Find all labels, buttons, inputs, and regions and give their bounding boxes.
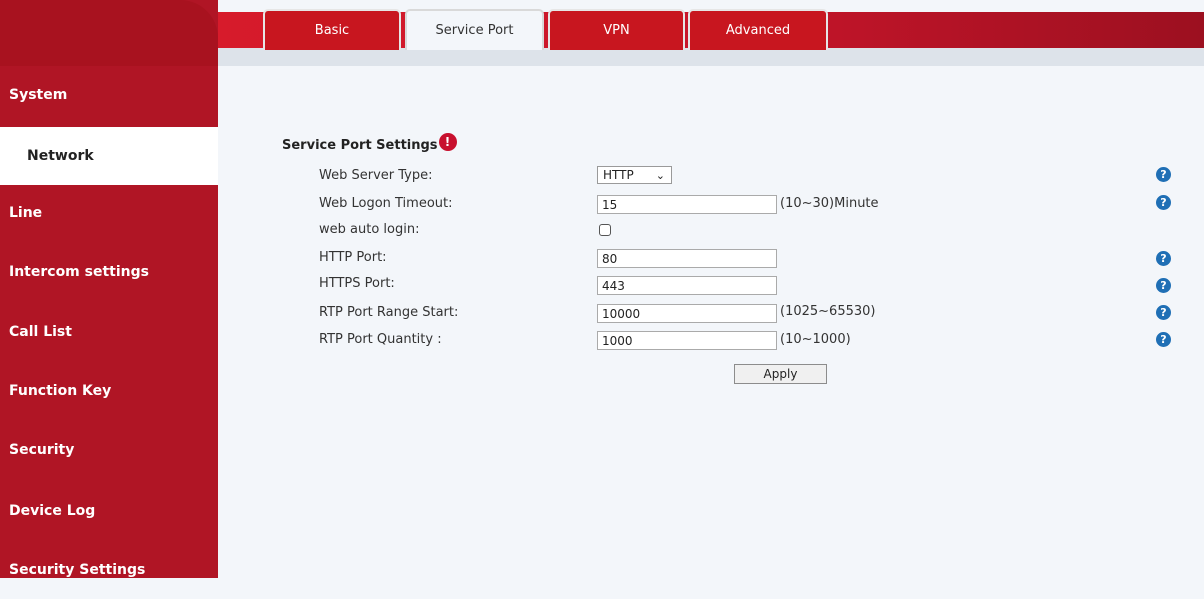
sidebar-item-device-log[interactable]: Device Log: [0, 482, 218, 540]
tab-label: Basic: [314, 23, 350, 38]
help-icon[interactable]: ?: [1156, 332, 1171, 347]
web-logon-timeout-label: Web Logon Timeout:: [319, 196, 453, 211]
tab-vpn[interactable]: VPN: [548, 9, 685, 50]
sidebar-item-label: Security: [9, 442, 75, 458]
sidebar-item-label: System: [9, 87, 68, 103]
section-title-text: Service Port Settings: [282, 137, 438, 153]
sidebar-header: [0, 0, 218, 66]
sidebar-item-security[interactable]: Security: [0, 421, 218, 479]
sidebar-item-line[interactable]: Line: [0, 184, 218, 242]
tab-basic[interactable]: Basic: [263, 9, 401, 50]
help-icon[interactable]: ?: [1156, 167, 1171, 182]
rtp-port-quantity-label: RTP Port Quantity :: [319, 332, 442, 347]
web-server-type-value: HTTP: [603, 168, 634, 182]
tab-label: VPN: [603, 23, 630, 38]
section-title: Service Port Settings !: [282, 133, 457, 154]
sidebar: System Network Line Intercom settings Ca…: [0, 0, 218, 578]
sidebar-item-intercom-settings[interactable]: Intercom settings: [0, 243, 218, 301]
web-logon-timeout-hint: (10~30)Minute: [780, 196, 879, 211]
rtp-port-quantity-input[interactable]: [597, 331, 777, 350]
sidebar-item-label: Line: [9, 205, 43, 221]
warning-icon: !: [438, 133, 457, 151]
tab-service-port[interactable]: Service Port: [405, 9, 544, 50]
https-port-input[interactable]: [597, 276, 777, 295]
http-port-label: HTTP Port:: [319, 250, 387, 265]
web-logon-timeout-input[interactable]: [597, 195, 777, 214]
http-port-input[interactable]: [597, 249, 777, 268]
help-icon[interactable]: ?: [1156, 251, 1171, 266]
top-bar-divider: [218, 48, 1204, 66]
tab-advanced[interactable]: Advanced: [688, 9, 828, 50]
sidebar-item-call-list[interactable]: Call List: [0, 303, 218, 361]
tab-label: Advanced: [725, 23, 791, 38]
sidebar-item-function-key[interactable]: Function Key: [0, 362, 218, 420]
web-auto-login-checkbox[interactable]: [599, 224, 611, 236]
sidebar-item-label: Security Settings: [9, 562, 146, 578]
help-icon[interactable]: ?: [1156, 195, 1171, 210]
rtp-port-range-start-label: RTP Port Range Start:: [319, 305, 459, 320]
sidebar-item-label: Function Key: [9, 383, 112, 399]
sidebar-item-network[interactable]: Network: [0, 127, 218, 185]
https-port-label: HTTPS Port:: [319, 276, 395, 291]
sidebar-item-label: Call List: [9, 324, 72, 340]
rtp-port-range-start-input[interactable]: [597, 304, 777, 323]
help-icon[interactable]: ?: [1156, 278, 1171, 293]
sidebar-item-security-settings[interactable]: Security Settings: [0, 541, 218, 599]
help-icon[interactable]: ?: [1156, 305, 1171, 320]
chevron-down-icon: ⌄: [655, 168, 665, 182]
sidebar-item-label: Network: [27, 148, 94, 164]
apply-button[interactable]: Apply: [734, 364, 827, 384]
sidebar-item-label: Device Log: [9, 503, 96, 519]
web-server-type-label: Web Server Type:: [319, 168, 433, 183]
tab-label: Service Port: [435, 23, 514, 38]
sidebar-item-label: Intercom settings: [9, 264, 149, 280]
sidebar-item-system[interactable]: System: [0, 66, 218, 124]
web-server-type-select[interactable]: HTTP ⌄: [597, 166, 672, 184]
rtp-port-range-start-hint: (1025~65530): [780, 304, 876, 319]
rtp-port-quantity-hint: (10~1000): [780, 332, 851, 347]
web-auto-login-label: web auto login:: [319, 222, 420, 237]
